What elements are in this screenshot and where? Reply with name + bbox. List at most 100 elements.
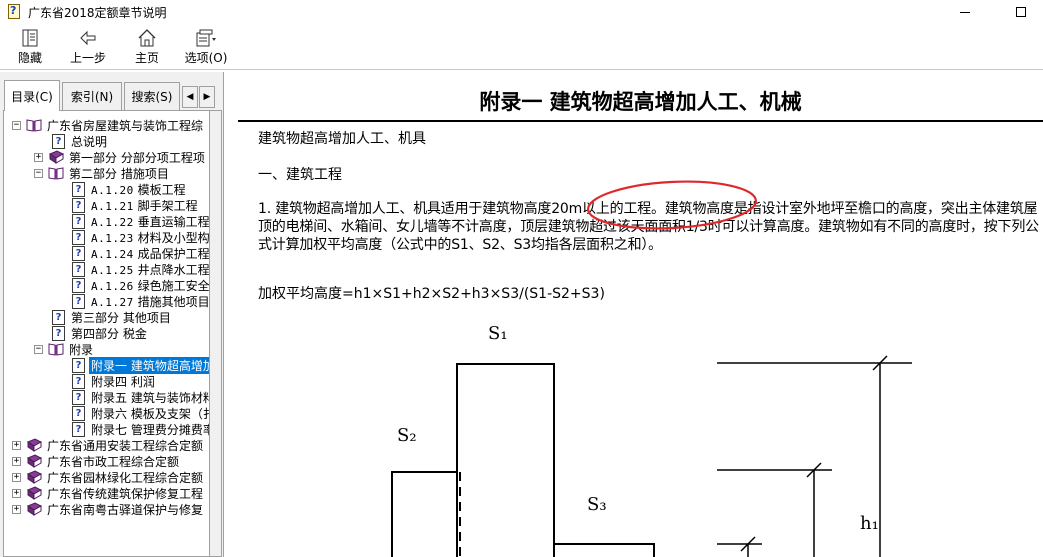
contents-tree: − 广东省房屋建筑与装饰工程综 ? 总说明 + 第一部分 分部分项工程项 − 第…: [3, 110, 210, 557]
tree-item-label: 第三部分 其他项目: [71, 310, 171, 325]
tree-item-label: 第四部分 税金: [71, 326, 147, 341]
tree-item-label: A.1.25 井点降水工程: [91, 262, 210, 277]
back-arrow-icon: [78, 28, 98, 48]
collapse-icon: −: [34, 167, 43, 178]
help-topic-icon: ?: [52, 325, 65, 341]
closed-book-icon: [26, 502, 43, 516]
closed-book-icon: [26, 454, 43, 468]
tree-item-general[interactable]: ? 总说明: [52, 133, 109, 149]
toolbar: 隐藏 上一步 主页 选项(O): [0, 24, 1043, 70]
tree-item-a121[interactable]: ? A.1.21 脚手架工程: [72, 197, 200, 213]
tree-item-appendix6[interactable]: ? 附录六 模板及支架（扌: [72, 405, 210, 421]
building-height-diagram: S₁ S₂ S₃ h₁: [391, 323, 912, 557]
tree-item-label: A.1.26 绿色施工安全防: [91, 278, 210, 293]
expand-icon: +: [12, 471, 21, 482]
back-button[interactable]: 上一步: [66, 28, 110, 68]
section-heading: 一、建筑工程: [258, 167, 342, 183]
tree-item-housing[interactable]: − 广东省房屋建筑与装饰工程综: [12, 117, 205, 133]
tree-item-a122[interactable]: ? A.1.22 垂直运输工程: [72, 213, 210, 229]
minimize-button[interactable]: [942, 0, 988, 24]
tree-item-appendix1[interactable]: ? 附录一 建筑物超高增加: [72, 356, 209, 374]
collapse-icon: −: [34, 343, 43, 354]
triangle-right-icon: ▶: [203, 92, 211, 102]
hide-button[interactable]: 隐藏: [13, 28, 47, 68]
tree-item-label: 附录四 利润: [91, 374, 155, 389]
options-icon: [195, 28, 217, 48]
tree-item-municipal[interactable]: + 广东省市政工程综合定额: [12, 453, 181, 469]
help-topic-icon: ?: [72, 421, 85, 437]
maximize-icon: [1016, 7, 1026, 17]
tree-item-label: 广东省房屋建筑与装饰工程综: [47, 118, 204, 133]
help-topic-icon: ?: [52, 309, 65, 325]
help-topic-icon: ?: [72, 197, 85, 213]
tree-item-a120[interactable]: ? A.1.20 模板工程: [72, 181, 188, 197]
help-topic-icon: ?: [72, 245, 85, 261]
tree-item-a125[interactable]: ? A.1.25 井点降水工程: [72, 261, 210, 277]
tab-contents[interactable]: 目录(C): [4, 80, 60, 111]
tab-scroll-left-button[interactable]: ◀: [182, 86, 198, 108]
triangle-left-icon: ◀: [186, 92, 194, 102]
expand-icon: +: [12, 503, 21, 514]
tree-item-part4[interactable]: ? 第四部分 税金: [52, 325, 149, 341]
hide-pane-icon: [20, 28, 40, 48]
tree-item-install[interactable]: + 广东省通用安装工程综合定额: [12, 437, 205, 453]
maximize-button[interactable]: [998, 0, 1043, 24]
tab-search[interactable]: 搜索(S): [124, 82, 180, 110]
red-annotation-ellipse: [587, 180, 757, 230]
help-topic-icon: ?: [72, 181, 85, 197]
tree-item-label: A.1.21 脚手架工程: [91, 198, 198, 213]
tree-item-appendix7[interactable]: ? 附录七 管理费分摊费率: [72, 421, 210, 437]
home-icon: [137, 28, 157, 48]
expand-icon: +: [12, 455, 21, 466]
closed-book-icon: [26, 470, 43, 484]
open-book-icon: [48, 342, 64, 356]
title-divider: [238, 120, 1043, 122]
tree-item-label: 附录六 模板及支架（扌: [91, 406, 210, 421]
options-button[interactable]: 选项(O): [180, 28, 232, 68]
closed-book-icon: [26, 486, 43, 500]
minimize-icon: [960, 11, 970, 13]
help-topic-icon: ?: [72, 261, 85, 277]
expand-icon: +: [34, 151, 43, 162]
tree-scrollbar[interactable]: [210, 110, 222, 557]
tree-item-a126[interactable]: ? A.1.26 绿色施工安全防: [72, 277, 210, 293]
help-topic-icon: ?: [72, 293, 85, 309]
help-topic-icon: ?: [72, 277, 85, 293]
tree-item-a127[interactable]: ? A.1.27 措施其他项目: [72, 293, 210, 309]
open-book-icon: [48, 166, 64, 180]
tree-item-label: 第二部分 措施项目: [69, 166, 169, 181]
expand-icon: +: [12, 439, 21, 450]
help-topic-icon: ?: [72, 389, 85, 405]
navigation-pane: 目录(C) 索引(N) 搜索(S) ◀ ▶ − 广东省房屋建筑与装饰工程综 ? …: [0, 72, 224, 557]
tree-item-label: 广东省南粤古驿道保护与修复: [47, 502, 204, 517]
tree-item-appendix[interactable]: − 附录: [34, 341, 95, 357]
tree-item-label: 总说明: [71, 134, 108, 149]
nav-tabs: 目录(C) 索引(N) 搜索(S) ◀ ▶: [0, 80, 224, 111]
s1-label: S₁: [488, 323, 508, 344]
tree-item-label: 附录七 管理费分摊费率: [91, 422, 210, 437]
tree-item-a123[interactable]: ? A.1.23 材料及小型构件: [72, 229, 210, 245]
tree-item-traditional[interactable]: + 广东省传统建筑保护修复工程: [12, 485, 205, 501]
tree-item-appendix4[interactable]: ? 附录四 利润: [72, 373, 157, 389]
content-pane: 附录一 建筑物超高增加人工、机械 建筑物超高增加人工、机具 一、建筑工程 1. …: [232, 72, 1043, 557]
tree-item-ancient-road[interactable]: + 广东省南粤古驿道保护与修复: [12, 501, 205, 517]
hide-label: 隐藏: [17, 51, 42, 65]
home-button[interactable]: 主页: [130, 28, 164, 68]
tree-item-label: A.1.20 模板工程: [91, 182, 186, 197]
tree-item-label-selected: 附录一 建筑物超高增加: [89, 356, 209, 374]
tree-item-garden[interactable]: + 广东省园林绿化工程综合定额: [12, 469, 205, 485]
tree-item-label: A.1.22 垂直运输工程: [91, 214, 210, 229]
tree-item-label: A.1.24 成品保护工程: [91, 246, 210, 261]
tab-scroll-right-button[interactable]: ▶: [199, 86, 215, 108]
tree-item-part3[interactable]: ? 第三部分 其他项目: [52, 309, 173, 325]
tree-item-label: A.1.23 材料及小型构件: [91, 230, 210, 245]
tree-item-a124[interactable]: ? A.1.24 成品保护工程: [72, 245, 210, 261]
tree-item-part1[interactable]: + 第一部分 分部分项工程项: [34, 149, 207, 165]
options-label: 选项(O): [184, 51, 228, 65]
tree-item-part2[interactable]: − 第二部分 措施项目: [34, 165, 171, 181]
tree-item-label: A.1.27 措施其他项目: [91, 294, 210, 309]
tab-index[interactable]: 索引(N): [62, 82, 122, 110]
tree-item-appendix5[interactable]: ? 附录五 建筑与装饰材料: [72, 389, 209, 405]
back-label: 上一步: [69, 51, 106, 65]
open-book-icon: [26, 118, 42, 132]
